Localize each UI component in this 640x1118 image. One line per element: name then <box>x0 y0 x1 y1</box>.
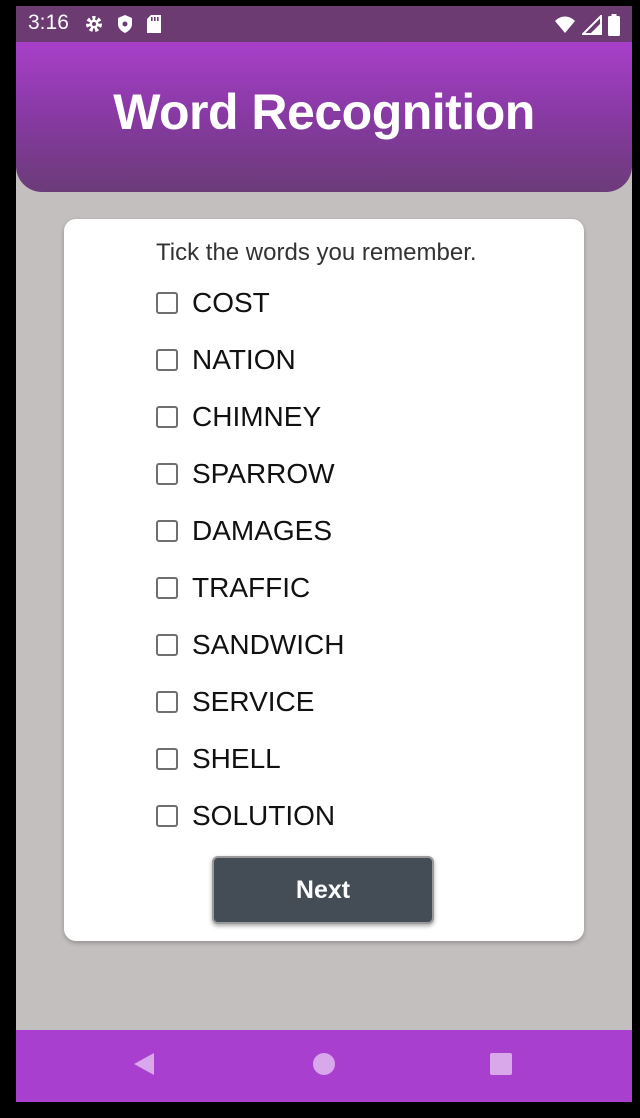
back-icon <box>132 1051 156 1082</box>
settings-icon <box>84 14 104 39</box>
word-label: SERVICE <box>192 686 315 717</box>
word-option-cost[interactable]: COST <box>156 288 344 345</box>
checkbox[interactable] <box>156 748 178 770</box>
home-icon <box>312 1052 336 1081</box>
word-option-service[interactable]: SERVICE <box>156 687 344 744</box>
recents-icon <box>489 1052 513 1081</box>
word-list: COST NATION CHIMNEY SPARROW DAMAGES TRAF… <box>156 288 344 858</box>
checkbox[interactable] <box>156 406 178 428</box>
battery-icon <box>608 14 620 41</box>
word-option-sparrow[interactable]: SPARROW <box>156 459 344 516</box>
word-label: SANDWICH <box>192 629 345 660</box>
word-option-damages[interactable]: DAMAGES <box>156 516 344 573</box>
word-label: CHIMNEY <box>192 401 322 432</box>
signal-icon <box>580 13 602 40</box>
recents-button[interactable] <box>461 1030 541 1102</box>
app-header: Word Recognition <box>16 42 632 192</box>
word-option-sandwich[interactable]: SANDWICH <box>156 630 344 687</box>
checkbox[interactable] <box>156 691 178 713</box>
word-label: COST <box>192 287 270 318</box>
sd-card-icon <box>146 14 162 39</box>
wifi-icon <box>554 15 576 40</box>
instruction-text: Tick the words you remember. <box>156 239 477 266</box>
next-button[interactable]: Next <box>212 856 434 924</box>
checkbox[interactable] <box>156 805 178 827</box>
home-button[interactable] <box>284 1030 364 1102</box>
checkbox[interactable] <box>156 349 178 371</box>
navigation-bar <box>16 1030 632 1102</box>
checkbox[interactable] <box>156 577 178 599</box>
word-label: SPARROW <box>192 458 335 489</box>
word-option-solution[interactable]: SOLUTION <box>156 801 344 858</box>
status-left-icons <box>84 14 162 39</box>
word-option-shell[interactable]: SHELL <box>156 744 344 801</box>
checkbox[interactable] <box>156 520 178 542</box>
checkbox[interactable] <box>156 634 178 656</box>
word-option-chimney[interactable]: CHIMNEY <box>156 402 344 459</box>
word-label: DAMAGES <box>192 515 333 546</box>
status-time: 3:16 <box>28 11 69 34</box>
checkbox[interactable] <box>156 463 178 485</box>
word-option-traffic[interactable]: TRAFFIC <box>156 573 344 630</box>
screen: 3:16 Word Recognition Tick the words you… <box>16 6 632 1102</box>
word-label: SOLUTION <box>192 800 336 831</box>
word-label: TRAFFIC <box>192 572 311 603</box>
checkbox[interactable] <box>156 292 178 314</box>
back-button[interactable] <box>104 1030 184 1102</box>
word-label: SHELL <box>192 743 281 774</box>
word-option-nation[interactable]: NATION <box>156 345 344 402</box>
word-card: Tick the words you remember. COST NATION… <box>64 219 584 941</box>
page-title: Word Recognition <box>113 84 535 140</box>
status-right-icons <box>554 13 620 41</box>
word-label: NATION <box>192 344 296 375</box>
shield-icon <box>116 14 134 39</box>
status-bar: 3:16 <box>16 6 632 42</box>
device-frame: 3:16 Word Recognition Tick the words you… <box>0 0 640 1118</box>
